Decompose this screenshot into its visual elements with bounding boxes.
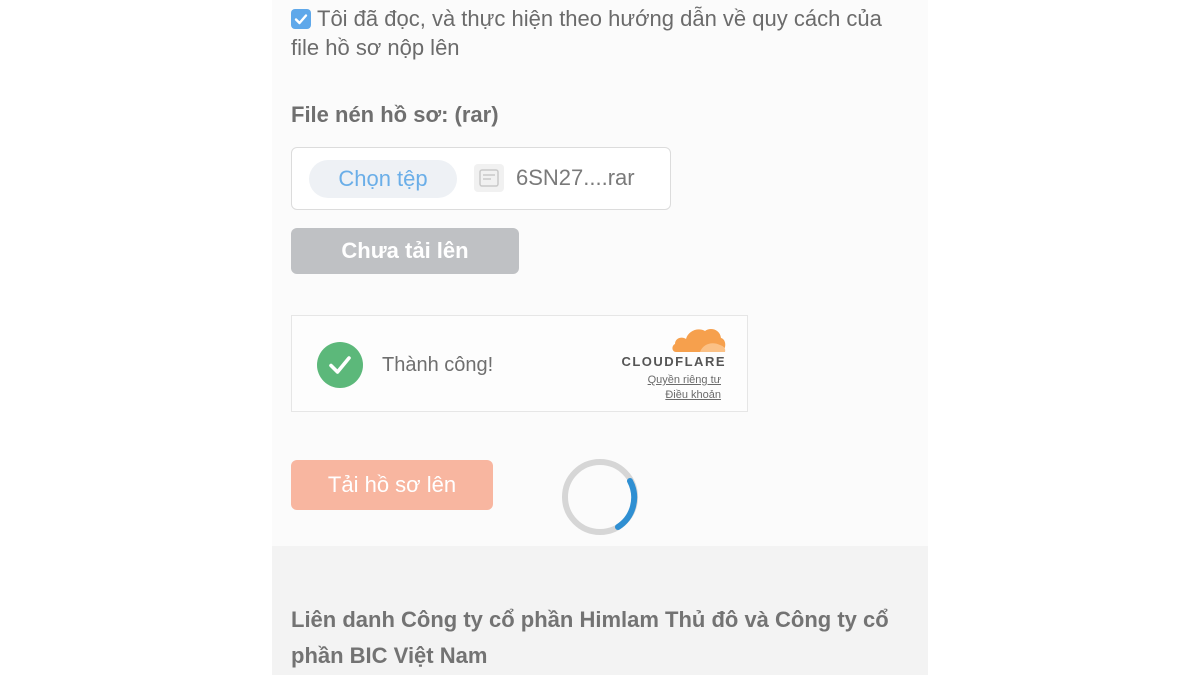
selected-file-name: 6SN27....rar <box>516 165 635 190</box>
upload-documents-button[interactable]: Tải hồ sơ lên <box>291 460 493 510</box>
cloudflare-cloud-icon <box>672 329 726 352</box>
consent-row[interactable]: Tôi đã đọc, và thực hiện theo hướng dẫn … <box>291 4 911 62</box>
file-input[interactable]: Chọn tệp 6SN27....rar <box>291 147 671 210</box>
footer-company: Liên danh Công ty cổ phần Himlam Thủ đô … <box>291 607 889 668</box>
consent-checkbox[interactable] <box>291 9 311 29</box>
loading-spinner-icon <box>562 459 638 535</box>
captcha-status: Thành công! <box>382 354 494 376</box>
terms-link[interactable]: Điều khoản <box>665 389 721 401</box>
cloudflare-logo: CLOUDFLARE <box>610 324 730 380</box>
choose-file-button[interactable]: Chọn tệp <box>309 160 457 198</box>
cloudflare-wordmark: CLOUDFLARE <box>621 354 726 369</box>
consent-text: Tôi đã đọc, và thực hiện theo hướng dẫn … <box>291 6 882 60</box>
file-icon <box>474 164 504 192</box>
cloudflare-captcha[interactable]: Thành công! CLOUDFLARE Quyền riêng tư Đi… <box>291 315 748 412</box>
check-icon <box>294 14 308 25</box>
footer: Liên danh Công ty cổ phần Himlam Thủ đô … <box>272 546 928 675</box>
success-check-icon <box>317 342 363 388</box>
not-uploaded-button[interactable]: Chưa tải lên <box>291 228 519 274</box>
page: Tôi đã đọc, và thực hiện theo hướng dẫn … <box>0 0 1200 675</box>
file-label: File nén hồ sơ: (rar) <box>291 102 499 127</box>
privacy-link[interactable]: Quyền riêng tư <box>648 374 721 386</box>
